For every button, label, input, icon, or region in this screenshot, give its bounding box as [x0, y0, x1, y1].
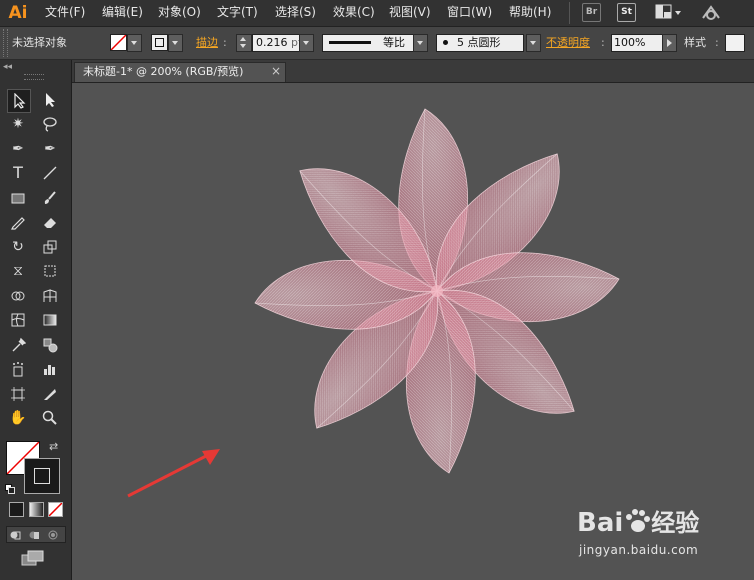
close-icon[interactable]: ×: [271, 64, 281, 79]
default-fill-stroke-icon[interactable]: [5, 483, 15, 494]
rotate-tool-icon[interactable]: ↻: [7, 236, 29, 258]
panel-grip: [3, 29, 8, 57]
brush-definition[interactable]: 5 点圆形: [436, 34, 524, 52]
fill-dropdown[interactable]: [127, 34, 142, 52]
symbol-sprayer-tool-icon[interactable]: [7, 358, 29, 380]
panel-grip: [24, 74, 44, 80]
collapse-panel-icon[interactable]: ◂◂: [3, 62, 12, 72]
bridge-button[interactable]: Br: [582, 3, 601, 22]
draw-behind-icon[interactable]: [29, 529, 40, 539]
artboard-canvas[interactable]: Bai 经验 jingyan.baidu.com: [72, 83, 754, 580]
profile-dropdown[interactable]: [413, 34, 428, 52]
artboard-tool-icon[interactable]: [7, 383, 29, 405]
opacity-slider-toggle[interactable]: [662, 34, 677, 52]
curvature-tool-icon[interactable]: ✒: [39, 138, 61, 160]
selection-tool-icon[interactable]: [7, 89, 31, 113]
document-tab-bar: 未标题-1* @ 200% (RGB/预览) ×: [72, 60, 754, 83]
mesh-tool-icon[interactable]: [7, 309, 29, 331]
swap-fill-stroke-icon[interactable]: ⇄: [49, 440, 58, 453]
document-tab[interactable]: 未标题-1* @ 200% (RGB/预览) ×: [74, 62, 286, 82]
menu-file[interactable]: 文件(F): [45, 3, 85, 21]
paw-icon: [623, 508, 651, 534]
baidu-logo: Bai 经验: [577, 508, 700, 538]
menu-edit[interactable]: 编辑(E): [102, 3, 143, 21]
menu-view[interactable]: 视图(V): [389, 3, 431, 21]
menu-divider: [569, 2, 570, 24]
menu-bar: Ai 文件(F) 编辑(E) 对象(O) 文字(T) 选择(S) 效果(C) 视…: [0, 0, 754, 27]
blend-tool-icon[interactable]: [39, 334, 61, 356]
shape-builder-tool-icon[interactable]: [7, 285, 29, 307]
color-mode-icon[interactable]: [9, 502, 24, 517]
free-transform-tool-icon[interactable]: [39, 260, 61, 282]
annotation-arrow: [127, 449, 220, 498]
zoom-tool-icon[interactable]: [39, 407, 61, 429]
stroke-weight-dropdown[interactable]: [299, 34, 314, 52]
slice-tool-icon[interactable]: [39, 383, 61, 405]
app-logo: Ai: [8, 3, 28, 23]
document-tab-title: 未标题-1* @ 200% (RGB/预览): [83, 65, 244, 78]
tools-panel: ◂◂ ✷ ✒ ✒ T ↻ ⧖ ✋ ⇄: [0, 60, 72, 580]
opacity-field[interactable]: 100%: [611, 34, 663, 52]
menu-help[interactable]: 帮助(H): [509, 3, 551, 21]
perspective-grid-tool-icon[interactable]: [39, 285, 61, 307]
opacity-link[interactable]: 不透明度: [546, 35, 590, 51]
type-tool-icon[interactable]: T: [7, 162, 29, 184]
width-tool-icon[interactable]: ⧖: [7, 260, 29, 282]
chevron-down-icon[interactable]: [675, 11, 681, 15]
screen-mode-icon[interactable]: [21, 550, 45, 566]
arrange-documents-icon[interactable]: [655, 4, 673, 20]
stock-button[interactable]: St: [617, 3, 636, 22]
variable-width-profile[interactable]: 等比: [322, 34, 414, 52]
eyedropper-tool-icon[interactable]: [7, 334, 29, 356]
stroke-weight-stepper[interactable]: [236, 34, 252, 52]
stroke-swatch[interactable]: [151, 34, 168, 51]
direct-selection-tool-icon[interactable]: [39, 89, 61, 111]
paintbrush-tool-icon[interactable]: [39, 187, 61, 209]
fill-none-swatch[interactable]: [110, 34, 127, 51]
magic-wand-tool-icon[interactable]: ✷: [7, 113, 29, 135]
menu-object[interactable]: 对象(O): [158, 3, 201, 21]
brush-dropdown[interactable]: [526, 34, 541, 52]
lasso-tool-icon[interactable]: [39, 113, 61, 135]
line-segment-tool-icon[interactable]: [39, 162, 61, 184]
watermark-url: jingyan.baidu.com: [579, 543, 699, 557]
stroke-weight-field[interactable]: 0.216 pt: [252, 34, 300, 52]
menu-window[interactable]: 窗口(W): [447, 3, 492, 21]
eraser-tool-icon[interactable]: [39, 211, 61, 233]
rectangle-tool-icon[interactable]: [7, 187, 29, 209]
pencil-tool-icon[interactable]: [7, 211, 29, 233]
draw-inside-icon[interactable]: [48, 529, 59, 540]
drawing-modes-group: [6, 526, 66, 543]
column-graph-tool-icon[interactable]: [39, 358, 61, 380]
pen-tool-icon[interactable]: ✒: [7, 138, 29, 160]
stroke-dropdown[interactable]: [168, 34, 183, 52]
sync-settings-icon[interactable]: [700, 3, 722, 23]
graphic-style-swatch[interactable]: [725, 34, 745, 52]
hand-tool-icon[interactable]: ✋: [7, 407, 29, 429]
style-label: 样式: [684, 36, 706, 49]
none-mode-icon[interactable]: [48, 502, 63, 517]
menu-effect[interactable]: 效果(C): [333, 3, 375, 21]
control-bar: 未选择对象 描边 : 0.216 pt 等比 5 点圆形 不透明度 : 100%…: [0, 27, 754, 60]
gradient-mode-icon[interactable]: [29, 502, 44, 517]
scale-tool-icon[interactable]: [39, 236, 61, 258]
stroke-link[interactable]: 描边: [196, 35, 218, 51]
menu-type[interactable]: 文字(T): [217, 3, 258, 21]
gradient-tool-icon[interactable]: [39, 309, 61, 331]
selection-status: 未选择对象: [12, 36, 67, 49]
draw-normal-icon[interactable]: [10, 529, 21, 540]
menu-select[interactable]: 选择(S): [275, 3, 316, 21]
stroke-color-swatch[interactable]: [24, 458, 60, 494]
